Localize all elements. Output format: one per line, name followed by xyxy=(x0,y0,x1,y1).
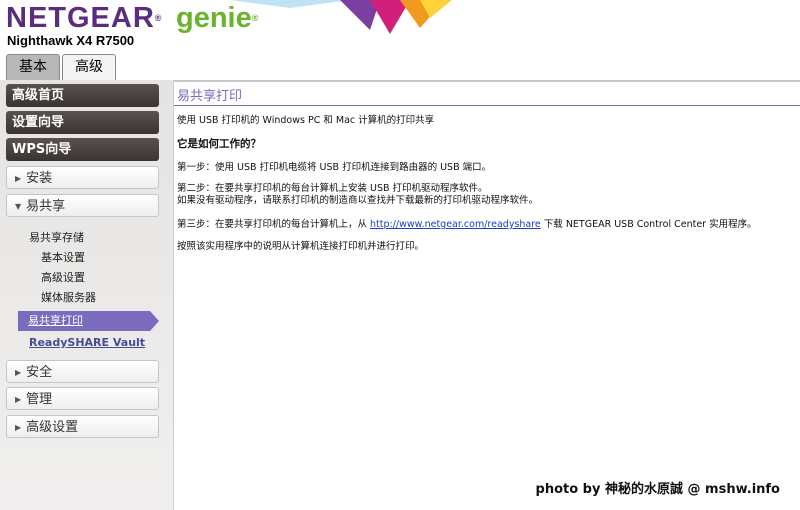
intro-text: 使用 USB 打印机的 Windows PC 和 Mac 计算机的打印共享 xyxy=(177,115,435,126)
sidebar-item-security[interactable]: ▶ 安全 xyxy=(6,360,159,383)
active-arrow-icon xyxy=(150,311,159,331)
header: NETGEAR® genie® Nighthawk X4 R7500 基本 高级 xyxy=(0,0,800,80)
main-content: 易共享打印 使用 USB 打印机的 Windows PC 和 Mac 计算机的打… xyxy=(174,82,800,510)
app-root: NETGEAR® genie® Nighthawk X4 R7500 基本 高级… xyxy=(0,0,800,510)
chevron-right-icon: ▶ xyxy=(15,174,22,183)
sidebar-sub-advanced-settings[interactable]: 高级设置 xyxy=(41,269,85,285)
sidebar-item-setup-wizard[interactable]: 设置向导 xyxy=(6,111,159,134)
sidebar-item-readyshare[interactable]: ▼ 易共享 xyxy=(6,194,159,217)
how-heading: 它是如何工作的？ xyxy=(177,138,261,150)
sidebar-item-admin[interactable]: ▶ 管理 xyxy=(6,387,159,410)
tab-advanced[interactable]: 高级 xyxy=(62,54,116,80)
sidebar-sub-media-server[interactable]: 媒体服务器 xyxy=(41,289,96,305)
model-name: Nighthawk X4 R7500 xyxy=(7,33,135,48)
step3-text: 第三步：在要共享打印机的每台计算机上，从 http://www.netgear.… xyxy=(177,219,757,230)
readyshare-link[interactable]: http://www.netgear.com/readyshare xyxy=(370,219,541,230)
step1-text: 第一步：使用 USB 打印机电缆将 USB 打印机连接到路由器的 USB 端口。 xyxy=(177,162,492,173)
sidebar-sub-printer[interactable]: 易共享打印 xyxy=(18,311,150,331)
sidebar: 高级首页 设置向导 WPS向导 ▶ 安装 ▼ 易共享 易共享存储 基本设置 高级设置… xyxy=(0,80,174,510)
netgear-logo: NETGEAR® xyxy=(6,2,163,34)
brand-text: NETGEAR xyxy=(6,2,155,34)
tab-basic[interactable]: 基本 xyxy=(6,54,60,80)
title-divider xyxy=(174,105,800,106)
sidebar-item-advanced-setup[interactable]: ▶ 高级设置 xyxy=(6,415,159,438)
step2-text: 第二步：在要共享打印机的每台计算机上安装 USB 打印机驱动程序软件。 xyxy=(177,183,488,194)
page-title: 易共享打印 xyxy=(177,89,243,104)
sidebar-item-wps-wizard[interactable]: WPS向导 xyxy=(6,138,159,161)
final-text: 按照该实用程序中的说明从计算机连接打印机并进行打印。 xyxy=(177,241,425,252)
chevron-right-icon: ▶ xyxy=(15,423,22,432)
logo-graphic-icon xyxy=(230,0,452,34)
chevron-right-icon: ▶ xyxy=(15,368,22,377)
chevron-down-icon: ▼ xyxy=(15,202,22,211)
sidebar-sub-storage[interactable]: 易共享存储 xyxy=(29,229,84,245)
sidebar-item-advanced-home[interactable]: 高级首页 xyxy=(6,84,159,107)
sidebar-item-install[interactable]: ▶ 安装 xyxy=(6,166,159,189)
step2-note: 如果没有驱动程序，请联系打印机的制造商以查找并下载最新的打印机驱动程序软件。 xyxy=(177,195,539,206)
sidebar-sub-basic-settings[interactable]: 基本设置 xyxy=(41,249,85,265)
watermark: photo by 神秘的水原誠 @ mshw.info xyxy=(535,482,780,497)
sidebar-sub-vault[interactable]: ReadySHARE Vault xyxy=(29,336,145,349)
chevron-right-icon: ▶ xyxy=(15,395,22,404)
tab-bar: 基本 高级 xyxy=(6,54,118,80)
